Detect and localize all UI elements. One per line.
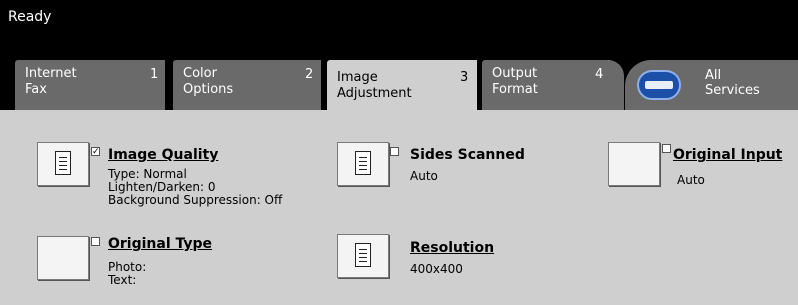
original-type-title[interactable]: Original Type: [108, 236, 212, 252]
sides-scanned-value: Auto: [410, 169, 438, 183]
original-type-checkbox[interactable]: [91, 237, 100, 246]
all-services-button[interactable]: All Services: [625, 60, 798, 110]
resolution-button[interactable]: [337, 234, 389, 278]
tab-bar: Internet Fax 1 Color Options 2 Image Adj…: [0, 52, 798, 112]
tab-number: 1: [150, 67, 159, 82]
tab-label: Image Adjustment: [337, 70, 412, 101]
sides-scanned-checkbox[interactable]: [390, 147, 399, 156]
tab-number: 2: [305, 67, 314, 82]
image-quality-checkbox[interactable]: ✓: [91, 147, 100, 157]
document-icon: [55, 151, 71, 175]
document-icon: [355, 151, 371, 175]
all-services-label: All Services: [705, 68, 760, 98]
feature-panel: ✓ Image Quality Type: Normal Lighten/Dar…: [0, 110, 798, 305]
document-icon: [355, 243, 371, 267]
image-quality-title[interactable]: Image Quality: [108, 147, 218, 163]
tab-color-options[interactable]: Color Options 2: [173, 60, 321, 110]
original-type-button[interactable]: [37, 236, 89, 280]
tab-label: Internet Fax: [25, 66, 77, 97]
resolution-title[interactable]: Resolution: [410, 240, 494, 256]
sides-scanned-button[interactable]: [337, 142, 389, 186]
original-input-title[interactable]: Original Input: [673, 147, 782, 163]
original-type-text: Text:: [108, 273, 137, 287]
resolution-value: 400x400: [410, 262, 463, 276]
services-icon: [637, 70, 681, 100]
original-input-button[interactable]: [608, 142, 660, 186]
tab-image-adjustment[interactable]: Image Adjustment 3: [327, 60, 477, 112]
tab-number: 3: [460, 70, 469, 85]
status-bar: Ready: [0, 0, 798, 52]
image-quality-background: Background Suppression: Off: [108, 193, 283, 207]
tab-number: 4: [595, 67, 604, 82]
original-input-value: Auto: [677, 173, 705, 187]
image-quality-button[interactable]: [37, 142, 89, 186]
sides-scanned-title[interactable]: Sides Scanned: [410, 147, 525, 163]
original-input-checkbox[interactable]: [662, 144, 671, 153]
tab-output-format[interactable]: Output Format 4: [482, 60, 624, 110]
tab-label: Output Format: [492, 66, 538, 97]
status-text: Ready: [8, 9, 52, 25]
tab-corner: [606, 60, 624, 110]
tab-label: Color Options: [183, 66, 234, 97]
tab-internet-fax[interactable]: Internet Fax 1: [15, 60, 165, 110]
